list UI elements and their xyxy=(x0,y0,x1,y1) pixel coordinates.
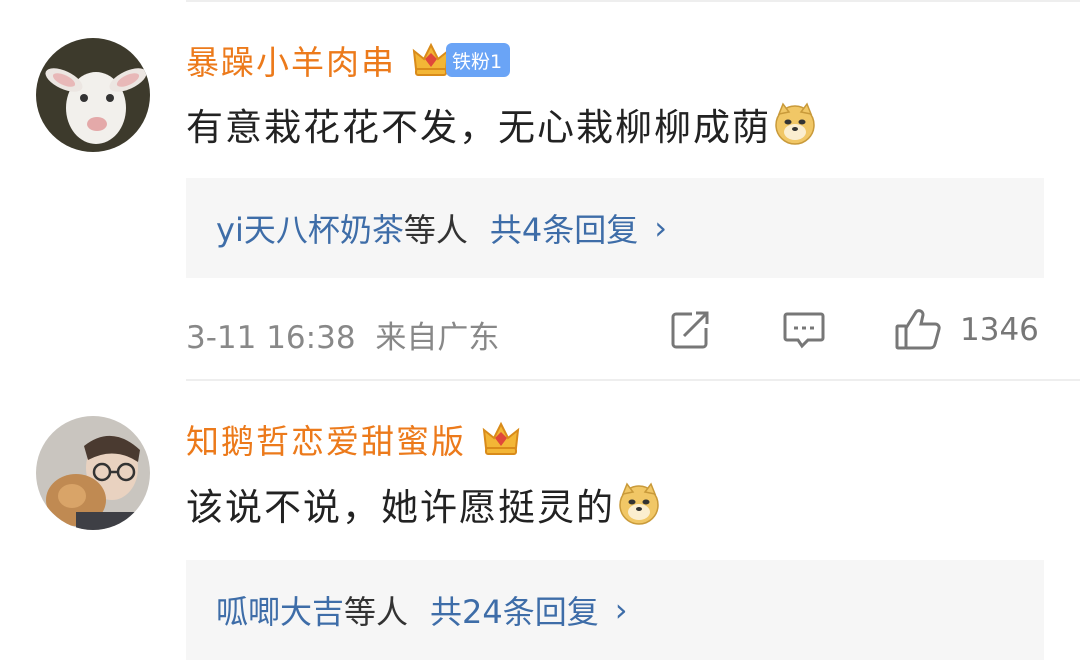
comment-time: 3-11 16:38 xyxy=(186,320,356,356)
reply-count[interactable]: 共24条回复 xyxy=(430,587,599,633)
comment-content: 有意栽花花不发，无心栽柳柳成荫 xyxy=(186,98,817,150)
username-row: 知鹅哲恋爱甜蜜版 xyxy=(186,415,522,463)
username[interactable]: 暴躁小羊肉串 xyxy=(186,36,396,84)
reply-users[interactable]: yi天八杯奶茶 xyxy=(216,205,404,251)
username-row: 暴躁小羊肉串 铁粉1 xyxy=(186,36,511,84)
comment-item: 知鹅哲恋爱甜蜜版 该说不说，她许愿挺灵的 呱唧大吉 等人 共24条回复 › xyxy=(0,380,1080,664)
reply-suffix: 等人 xyxy=(403,211,468,249)
comment-icon[interactable] xyxy=(782,310,826,350)
comment-item: 暴躁小羊肉串 铁粉1 有意栽花花不发，无心栽柳柳成荫 yi天八杯奶茶 等人 共4… xyxy=(0,0,1080,380)
chevron-right-icon: › xyxy=(654,209,668,247)
avatar[interactable] xyxy=(36,38,150,152)
comment-content: 该说不说，她许愿挺灵的 xyxy=(186,478,661,530)
comment-location: 来自广东 xyxy=(375,320,500,356)
crown-icon xyxy=(480,418,522,460)
reply-summary[interactable]: yi天八杯奶茶 等人 共4条回复 › xyxy=(186,178,1044,278)
like-count: 1346 xyxy=(960,312,1039,348)
reply-count[interactable]: 共4条回复 xyxy=(490,205,638,251)
username[interactable]: 知鹅哲恋爱甜蜜版 xyxy=(186,415,466,463)
comment-time-location: 3-11 16:38 来自广东 xyxy=(186,312,499,357)
reply-users[interactable]: 呱唧大吉 xyxy=(216,587,344,633)
comment-text: 该说不说，她许愿挺灵的 xyxy=(186,486,615,529)
reply-suffix: 等人 xyxy=(344,593,409,631)
thumbs-up-icon[interactable] xyxy=(894,306,942,352)
fan-badge: 铁粉1 xyxy=(446,43,511,77)
share-icon[interactable] xyxy=(668,308,712,352)
comment-meta: 3-11 16:38 来自广东 1346 xyxy=(186,306,1046,356)
avatar[interactable] xyxy=(36,416,150,530)
doge-emoji-icon xyxy=(617,482,661,526)
doge-emoji-icon xyxy=(773,102,817,146)
reply-summary[interactable]: 呱唧大吉 等人 共24条回复 › xyxy=(186,560,1044,660)
chevron-right-icon: › xyxy=(614,591,628,629)
comment-text: 有意栽花花不发，无心栽柳柳成荫 xyxy=(186,106,771,149)
